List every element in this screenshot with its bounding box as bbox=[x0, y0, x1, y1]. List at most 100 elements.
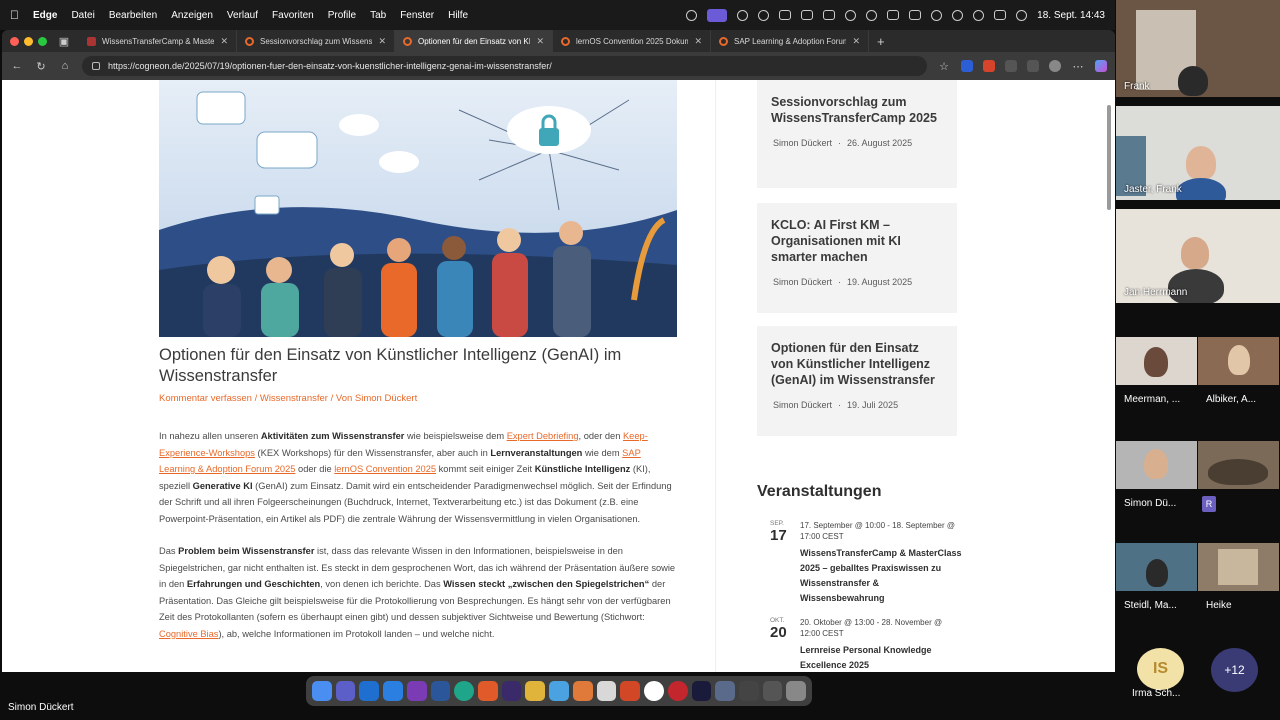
video-tile-jan[interactable]: Jan Herrmann bbox=[1116, 209, 1280, 303]
close-window-icon[interactable] bbox=[10, 36, 19, 46]
window-icon[interactable] bbox=[779, 10, 792, 20]
profile-avatar[interactable] bbox=[1049, 60, 1061, 72]
onenote-icon[interactable] bbox=[406, 681, 427, 701]
app-icon[interactable] bbox=[549, 681, 569, 701]
word-icon[interactable] bbox=[430, 681, 451, 701]
app-icon[interactable] bbox=[691, 681, 712, 701]
app-icon[interactable] bbox=[762, 681, 783, 701]
powerpoint-icon[interactable] bbox=[620, 681, 641, 701]
menu-tab[interactable]: Tab bbox=[370, 10, 386, 21]
menu-anzeigen[interactable]: Anzeigen bbox=[171, 10, 213, 21]
screen-share-icon[interactable] bbox=[707, 8, 728, 22]
apple-icon[interactable]:  bbox=[10, 8, 19, 22]
menu-icon[interactable] bbox=[845, 9, 857, 21]
cloud-icon[interactable] bbox=[887, 10, 900, 20]
close-tab-icon[interactable]: ✕ bbox=[536, 36, 544, 47]
user-icon[interactable] bbox=[931, 9, 943, 21]
video-tile-albiker[interactable] bbox=[1198, 337, 1279, 385]
comment-link[interactable]: Kommentar verfassen bbox=[159, 393, 252, 404]
teams-icon[interactable] bbox=[335, 681, 356, 701]
recent-post-title[interactable]: KCLO: AI First KM – Organisationen mit K… bbox=[771, 217, 943, 265]
menu-bearbeiten[interactable]: Bearbeiten bbox=[109, 10, 157, 21]
recent-post-card[interactable]: KCLO: AI First KM – Organisationen mit K… bbox=[757, 203, 957, 313]
more-options-icon[interactable]: ⋯ bbox=[1071, 60, 1085, 73]
app-status-icon[interactable] bbox=[801, 10, 814, 20]
new-tab-icon[interactable]: + bbox=[877, 34, 885, 49]
folder-icon[interactable] bbox=[738, 681, 759, 701]
video-tile-meerman[interactable] bbox=[1116, 337, 1197, 385]
scrollbar[interactable] bbox=[1107, 105, 1111, 210]
battery-icon[interactable] bbox=[909, 10, 922, 20]
recent-post-card[interactable]: Sessionvorschlag zum WissensTransferCamp… bbox=[757, 80, 957, 188]
app-icon[interactable] bbox=[572, 681, 593, 701]
event-item[interactable]: OKT. 20 20. Oktober @ 13:00 - 28. Novemb… bbox=[762, 617, 962, 672]
tab-3-active[interactable]: Optionen für den Einsatz von KI ✕ bbox=[395, 30, 553, 52]
notes-icon[interactable] bbox=[525, 681, 546, 701]
event-title[interactable]: WissensTransferCamp & MasterClass 2025 –… bbox=[800, 546, 962, 606]
tab-2[interactable]: Sessionvorschlag zum WissensTransferCamp… bbox=[237, 30, 395, 52]
event-title[interactable]: Lernreise Personal Knowledge Excellence … bbox=[800, 643, 962, 672]
recent-post-card[interactable]: Optionen für den Einsatz von Künstlicher… bbox=[757, 326, 957, 436]
menu-hilfe[interactable]: Hilfe bbox=[448, 10, 468, 21]
extension-icon[interactable] bbox=[983, 60, 995, 72]
tab-4[interactable]: lernOS Convention 2025 Dokumentation ✕ bbox=[553, 30, 711, 52]
edge-icon[interactable] bbox=[454, 681, 475, 701]
menubar-datetime[interactable]: 18. Sept. 14:43 bbox=[1037, 10, 1105, 21]
lock-icon[interactable] bbox=[92, 62, 100, 70]
author-link[interactable]: Von Simon Dückert bbox=[336, 393, 417, 404]
video-tile-frank[interactable]: Frank bbox=[1116, 0, 1280, 97]
menu-verlauf[interactable]: Verlauf bbox=[227, 10, 258, 21]
obsidian-icon[interactable] bbox=[501, 681, 522, 701]
close-tab-icon[interactable]: ✕ bbox=[378, 36, 386, 47]
reload-icon[interactable]: ↻ bbox=[34, 60, 48, 73]
recent-post-title[interactable]: Optionen für den Einsatz von Künstlicher… bbox=[771, 340, 943, 388]
close-tab-icon[interactable]: ✕ bbox=[694, 36, 702, 47]
close-tab-icon[interactable]: ✕ bbox=[220, 36, 228, 47]
extension-icon[interactable] bbox=[1027, 60, 1039, 72]
video-tile-jaster[interactable]: Jaster, Frank bbox=[1116, 106, 1280, 200]
tab-1[interactable]: WissensTransferCamp & MasterClass ✕ bbox=[79, 30, 237, 52]
todo-icon[interactable] bbox=[383, 681, 403, 701]
brave-icon[interactable] bbox=[478, 681, 498, 701]
bluetooth-icon[interactable] bbox=[952, 9, 964, 21]
extension-icon[interactable] bbox=[961, 60, 973, 72]
record-icon[interactable] bbox=[686, 9, 698, 21]
menu-favoriten[interactable]: Favoriten bbox=[272, 10, 314, 21]
trash-icon[interactable] bbox=[786, 681, 807, 701]
link-cognitive-bias[interactable]: Cognitive Bias bbox=[159, 629, 218, 639]
wifi-icon[interactable] bbox=[973, 9, 985, 21]
menu-profile[interactable]: Profile bbox=[328, 10, 356, 21]
chatgpt-icon[interactable] bbox=[644, 681, 664, 701]
siri-icon[interactable] bbox=[1016, 9, 1028, 21]
video-tile-group[interactable] bbox=[1198, 441, 1279, 489]
menu-fenster[interactable]: Fenster bbox=[400, 10, 434, 21]
tab-5[interactable]: SAP Learning & Adoption Forum 2025 ✕ bbox=[711, 30, 869, 52]
video-tile-steidl[interactable] bbox=[1116, 543, 1197, 591]
teams-icon[interactable] bbox=[737, 9, 749, 21]
participant-avatar[interactable]: IS bbox=[1137, 648, 1184, 690]
app-icon[interactable] bbox=[596, 681, 617, 701]
outlook-icon[interactable] bbox=[359, 681, 380, 701]
extension-icon[interactable] bbox=[1005, 60, 1017, 72]
check-icon[interactable] bbox=[866, 9, 878, 21]
event-item[interactable]: SEP. 17 17. September @ 10:00 - 18. Sept… bbox=[762, 520, 962, 606]
video-tile-simon[interactable] bbox=[1116, 441, 1197, 489]
zoom-window-icon[interactable] bbox=[38, 36, 47, 46]
home-icon[interactable]: ⌂ bbox=[58, 60, 72, 72]
back-icon[interactable]: ← bbox=[10, 60, 24, 72]
link-expert-debriefing[interactable]: Expert Debriefing bbox=[507, 431, 579, 441]
recent-post-title[interactable]: Sessionvorschlag zum WissensTransferCamp… bbox=[771, 94, 943, 126]
video-tile-heike[interactable] bbox=[1198, 543, 1279, 591]
app-icon[interactable] bbox=[715, 681, 735, 701]
finder-icon[interactable] bbox=[312, 681, 332, 701]
link-lernos-convention[interactable]: lernOS Convention 2025 bbox=[334, 464, 436, 474]
category-link[interactable]: Wissenstransfer bbox=[260, 393, 328, 404]
menu-app[interactable]: Edge bbox=[33, 10, 57, 21]
calendar-icon[interactable] bbox=[823, 10, 836, 20]
copilot-icon[interactable] bbox=[1095, 60, 1107, 72]
menu-datei[interactable]: Datei bbox=[71, 10, 94, 21]
more-participants-button[interactable]: +12 bbox=[1211, 648, 1258, 692]
opera-icon[interactable] bbox=[667, 681, 688, 701]
favorite-star-icon[interactable]: ☆ bbox=[937, 60, 951, 73]
brightness-icon[interactable] bbox=[758, 9, 770, 21]
